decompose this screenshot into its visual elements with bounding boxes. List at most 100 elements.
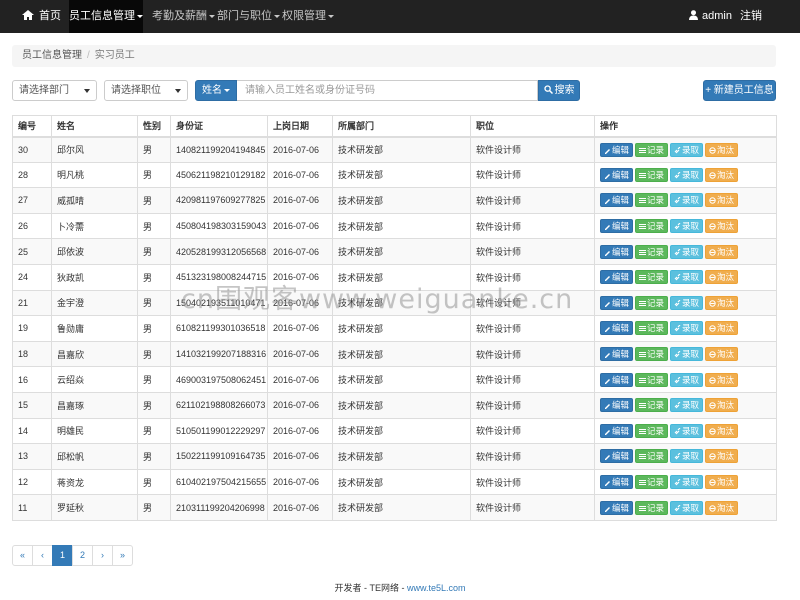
record-button-label: 记录 (647, 502, 665, 513)
record-button[interactable]: 记录 (635, 372, 669, 387)
edit-button[interactable]: 编辑 (600, 142, 634, 157)
pagination-item[interactable]: « (12, 545, 33, 566)
hire-button[interactable]: 录取 (670, 423, 704, 438)
pagination-item[interactable]: 2 (72, 545, 93, 566)
hire-button[interactable]: 录取 (670, 347, 704, 362)
hire-button[interactable]: 录取 (670, 372, 704, 387)
table-row: 14 明雄民男 510501199012229297 2016-07-06 技术研发部软… (12, 417, 777, 445)
edit-button[interactable]: 编辑 (600, 398, 634, 413)
edit-button[interactable]: 编辑 (600, 295, 634, 310)
hire-button[interactable]: 录取 (670, 219, 704, 234)
record-button[interactable]: 记录 (635, 142, 669, 157)
edit-button[interactable]: 编辑 (600, 347, 634, 362)
reject-button[interactable]: 淘汰 (705, 142, 739, 157)
record-button[interactable]: 记录 (635, 500, 669, 515)
position-select[interactable]: 请选择职位 (104, 80, 188, 101)
reject-button[interactable]: 淘汰 (705, 244, 739, 259)
reject-button[interactable]: 淘汰 (705, 193, 739, 208)
id-cell: 27 (12, 187, 52, 214)
reject-button[interactable]: 淘汰 (705, 219, 739, 234)
reject-button[interactable]: 淘汰 (705, 270, 739, 285)
reject-button[interactable]: 淘汰 (705, 372, 739, 387)
hire-button[interactable]: 录取 (670, 398, 704, 413)
nav-logout[interactable]: 注销 (740, 0, 762, 33)
list-icon (639, 249, 647, 255)
new-employee-button[interactable]: + 新建员工信息 (703, 80, 776, 101)
nav-attendance[interactable]: 考勤及薪酬 (152, 0, 215, 33)
pagination-item[interactable]: › (92, 545, 113, 566)
hire-button-label: 录取 (682, 349, 700, 360)
edit-button[interactable]: 编辑 (600, 475, 634, 490)
id-cell: 30 (12, 136, 52, 163)
hire-button[interactable]: 录取 (670, 270, 704, 285)
reject-button[interactable]: 淘汰 (705, 347, 739, 362)
id-card-cell: 150402193511010471 (170, 289, 268, 317)
hire-button[interactable]: 录取 (670, 500, 704, 515)
edit-button[interactable]: 编辑 (600, 500, 634, 515)
record-button[interactable]: 记录 (635, 219, 669, 234)
record-button[interactable]: 记录 (635, 270, 669, 285)
edit-button[interactable]: 编辑 (600, 270, 634, 285)
table-row: 26 卜冷薷男 450804198303159043 2016-07-06 技术研发部软… (12, 212, 777, 240)
record-button[interactable]: 记录 (635, 423, 669, 438)
record-button[interactable]: 记录 (635, 398, 669, 413)
edit-button[interactable]: 编辑 (600, 219, 634, 234)
record-button[interactable]: 记录 (635, 321, 669, 336)
record-button[interactable]: 记录 (635, 167, 669, 182)
reject-button[interactable]: 淘汰 (705, 167, 739, 182)
gender-cell: 男 (137, 417, 171, 445)
search-type-dropdown[interactable]: 姓名 (195, 80, 237, 101)
reject-button[interactable]: 淘汰 (705, 295, 739, 310)
hire-button[interactable]: 录取 (670, 193, 704, 208)
reject-button[interactable]: 淘汰 (705, 423, 739, 438)
hire-button[interactable]: 录取 (670, 142, 704, 157)
reject-button[interactable]: 淘汰 (705, 500, 739, 515)
hire-button[interactable]: 录取 (670, 321, 704, 336)
nav-employee-info[interactable]: 员工信息管理 (69, 0, 143, 33)
footer-link[interactable]: www.te5L.com (407, 583, 466, 593)
hire-button[interactable]: 录取 (670, 167, 704, 182)
edit-button-label: 编辑 (612, 502, 630, 513)
nav-department[interactable]: 部门与职位 (217, 0, 280, 33)
record-button-label: 记录 (647, 144, 665, 155)
reject-button[interactable]: 淘汰 (705, 398, 739, 413)
edit-button[interactable]: 编辑 (600, 372, 634, 387)
record-button[interactable]: 记录 (635, 449, 669, 464)
reject-button[interactable]: 淘汰 (705, 321, 739, 336)
edit-button[interactable]: 编辑 (600, 321, 634, 336)
department-select[interactable]: 请选择部门 (12, 80, 97, 101)
actions-cell: 编辑 记录 录取 淘汰 (594, 417, 777, 445)
hire-button[interactable]: 录取 (670, 295, 704, 310)
department-cell: 技术研发部 (332, 391, 471, 419)
table-header-row: 编号 姓名 性别 身份证 上岗日期 所属部门 职位 操作 (12, 115, 777, 138)
record-button[interactable]: 记录 (635, 347, 669, 362)
hire-button-label: 录取 (682, 195, 700, 206)
record-button[interactable]: 记录 (635, 244, 669, 259)
nav-home[interactable]: 首页 (12, 0, 71, 33)
pagination-item[interactable]: ‹ (32, 545, 53, 566)
hire-button[interactable]: 录取 (670, 244, 704, 259)
reject-button[interactable]: 淘汰 (705, 449, 739, 464)
record-button[interactable]: 记录 (635, 193, 669, 208)
hire-button[interactable]: 录取 (670, 475, 704, 490)
record-button[interactable]: 记录 (635, 295, 669, 310)
pagination-item[interactable]: » (112, 545, 133, 566)
edit-button[interactable]: 编辑 (600, 423, 634, 438)
edit-button[interactable]: 编辑 (600, 449, 634, 464)
record-button[interactable]: 记录 (635, 475, 669, 490)
edit-button[interactable]: 编辑 (600, 244, 634, 259)
search-button[interactable]: 搜索 (538, 80, 580, 101)
pagination-item[interactable]: 1 (52, 545, 73, 566)
actions-cell: 编辑 记录 录取 淘汰 (594, 187, 777, 214)
nav-permissions[interactable]: 权限管理 (282, 0, 334, 33)
hire-button[interactable]: 录取 (670, 449, 704, 464)
edit-button[interactable]: 编辑 (600, 193, 634, 208)
name-cell: 邱依波 (51, 238, 138, 265)
edit-button[interactable]: 编辑 (600, 167, 634, 182)
reject-button[interactable]: 淘汰 (705, 475, 739, 490)
search-input[interactable]: 请输入员工姓名或身份证号码 (237, 80, 538, 101)
list-icon (639, 428, 647, 434)
actions-cell: 编辑 记录 录取 淘汰 (594, 468, 777, 496)
nav-user[interactable]: admin (689, 0, 732, 33)
breadcrumb-parent[interactable]: 员工信息管理 (22, 50, 82, 61)
